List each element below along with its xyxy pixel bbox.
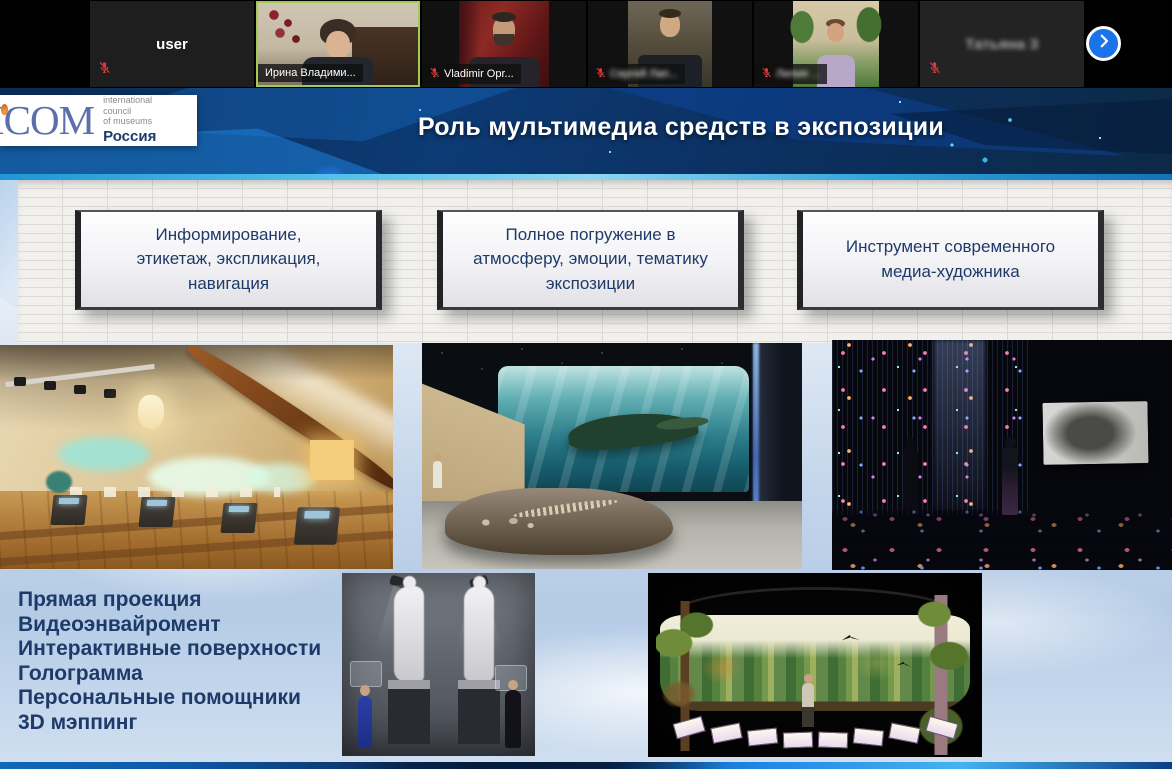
display-cases [648,733,982,749]
participant-tile-irina[interactable]: Ирина Владими... [256,1,420,87]
icom-russia-logo: ICOM international council of museums Ро… [0,95,197,146]
photo-underwater-exhibit [422,343,802,569]
visitor-figure [802,683,814,727]
visitor-figure [433,461,442,488]
participant-tile-sergey[interactable]: Сергей Лап... [588,1,752,87]
photo-panoramic-diorama [648,573,982,757]
slide-title: Роль мультимедиа средств в экспозиции [210,113,1152,142]
participant-tile-lilia[interactable]: Лилия ... [754,1,918,87]
visitor-figure [358,696,372,748]
mic-muted-icon [98,61,111,79]
participant-name: Сергей Лап... [588,64,685,84]
mic-muted-icon [595,67,606,81]
list-item: Голограмма [18,662,321,687]
techniques-list: Прямая проекция Видеоэнвайромент Интерак… [18,588,321,735]
list-item: Персональные помощники [18,686,321,711]
hologram-panel [350,661,382,687]
photo-flower-installation [832,340,1172,570]
visitor-figure [1002,447,1018,515]
slide-header: ICOM international council of museums Ро… [0,88,1172,180]
paper-lantern [138,395,164,429]
participant-tile-user[interactable]: user [90,1,254,87]
participant-name: Ирина Владими... [258,64,363,82]
visitor-figure [903,448,918,510]
text-box-immersion: Полное погружение в атмосферу, эмоции, т… [437,210,744,310]
statue [464,586,494,682]
touch-kiosk [138,497,175,527]
slide-bottom-bar [0,762,1172,769]
flower-vase [266,7,308,51]
statue [394,586,424,682]
touch-kiosk [220,503,257,533]
chevron-right-icon [1095,32,1113,55]
photo-hologram-statues [342,573,535,756]
logo-country: Россия [103,128,156,146]
falling-flowers [832,340,1029,515]
list-item: Видеоэнвайромент [18,613,321,638]
participant-name: Татьяна З [920,1,1084,87]
crocodile-projection [567,407,700,453]
photo-projection-room [0,345,393,569]
list-item: 3D мэппинг [18,711,321,736]
participant-name: Vladimir Opr... [422,64,521,84]
list-item: Интерактивные поверхности [18,637,321,662]
mic-muted-icon [761,67,772,81]
participant-name: user [90,1,254,87]
fossil-platform [445,488,673,556]
logo-acronym: ICOM [0,100,94,141]
logo-flame-icon [1,104,8,115]
visitor-figure [505,690,521,748]
participant-strip: user Ирина Владими... [0,0,1172,88]
projection-screen [498,366,749,493]
touch-kiosk [50,495,87,525]
mic-muted-icon [429,67,440,81]
screen: user Ирина Владими... [0,0,1172,769]
text-box-informing: Информирование, этикетаж, экспликация, н… [75,210,382,310]
lit-panel [310,440,354,480]
touch-kiosk [294,507,340,545]
participant-tile-tatiana[interactable]: Татьяна З [920,1,1084,87]
participant-name: Лилия ... [754,64,827,84]
next-participants-button[interactable] [1086,26,1121,61]
list-item: Прямая проекция [18,588,321,613]
wall-artwork [1042,401,1148,465]
participant-tile-vladimir[interactable]: Vladimir Opr... [422,1,586,87]
mic-muted-icon [928,61,941,79]
logo-org-text: international council of museums Россия [103,95,156,146]
text-box-media-artist: Инструмент современного медиа-художника [797,210,1104,310]
